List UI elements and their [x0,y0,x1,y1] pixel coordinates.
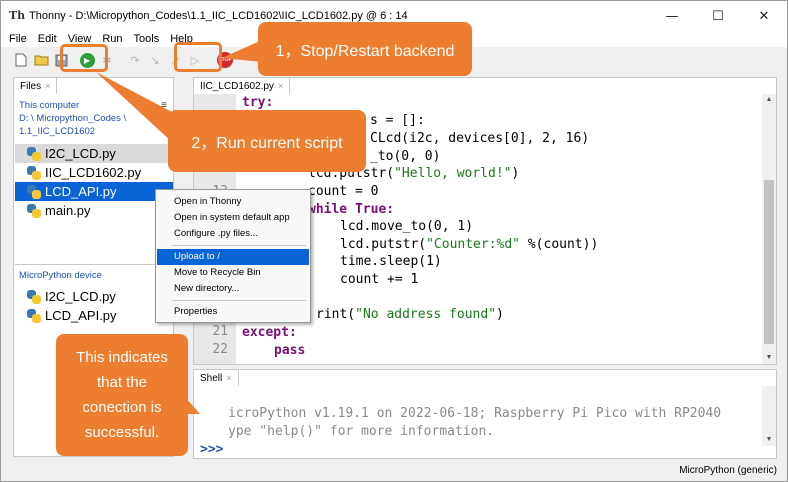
window-controls: — ☐ ✕ [649,1,787,31]
code-line: except: [242,325,297,340]
thonny-logo-icon: Th [9,9,26,22]
code-line: s = []: [370,113,425,128]
close-tab-icon[interactable]: × [226,373,231,383]
python-file-icon [27,184,41,199]
list-item[interactable]: LCD_API.py [15,306,173,325]
pane-divider[interactable] [15,264,173,265]
code-line: while True: [308,202,395,217]
code-line: lcd.move_to(0, 1) [340,219,474,234]
menu-separator [172,300,306,301]
shell-output-line: ype "help()" for more information. [228,424,495,439]
list-item[interactable]: I2C_LCD.py [15,144,173,163]
maximize-button[interactable]: ☐ [695,1,741,31]
menu-item-properties[interactable]: Properties [157,304,309,320]
shell-pane[interactable]: Shell × icroPython v1.19.1 on 2022-06-18;… [193,369,777,459]
open-folder-icon[interactable] [33,52,49,68]
list-item[interactable]: I2C_LCD.py [15,287,173,306]
list-item[interactable]: IIC_LCD1602.py [15,163,173,182]
menu-item-recycle-bin[interactable]: Move to Recycle Bin [157,265,309,281]
files-menu-icon[interactable]: ≡ [161,100,167,111]
shell-output-line: icroPython v1.19.1 on 2022-06-18; Raspbe… [228,406,722,421]
menu-item-open-system-app[interactable]: Open in system default app [157,210,309,226]
menu-tools[interactable]: Tools [134,33,160,45]
code-line: CLcd(i2c, devices[0], 2, 16) [370,131,590,146]
line-number: 22 [212,342,228,357]
list-item[interactable]: LCD_API.py [15,182,173,201]
scroll-up-icon[interactable]: ▲ [762,94,776,106]
connection-callout: This indicates that the conection is suc… [56,334,188,456]
stop-highlight-box [174,42,222,72]
scroll-down-icon[interactable]: ▼ [762,434,776,446]
menu-separator [172,245,306,246]
close-button[interactable]: ✕ [741,1,787,31]
code-line: lcd.putstr("Counter:%d" %(count)) [340,237,599,252]
window-title: Thonny - D:\Micropython_Codes\1.1_IIC_LC… [29,10,408,22]
menu-file[interactable]: File [9,33,27,45]
interpreter-status[interactable]: MicroPython (generic) [679,465,777,476]
run-highlight-box [60,44,108,72]
shell-prompt[interactable]: >>> [200,442,223,457]
code-line: try: [242,95,274,110]
menu-item-configure-py[interactable]: Configure .py files... [157,226,309,242]
tab-editor-file[interactable]: IIC_LCD1602.py × [193,77,291,94]
menu-item-upload[interactable]: Upload to / [157,249,309,265]
shell-scrollbar[interactable]: ▼ [762,386,776,446]
run-callout: 2，Run current script [168,110,366,172]
code-line: time.sleep(1) [340,254,442,269]
device-section-title: MicroPython device [19,270,102,281]
scroll-down-icon[interactable]: ▼ [762,352,776,364]
tab-files[interactable]: Files × [13,77,58,94]
minimize-button[interactable]: — [649,1,695,31]
context-menu: Open in Thonny Open in system default ap… [155,189,311,323]
python-file-icon [27,165,41,180]
code-line: count += 1 [340,272,419,287]
status-bar: MicroPython (generic) [1,461,787,481]
python-file-icon [27,289,41,304]
tab-shell[interactable]: Shell × [193,369,239,386]
menu-item-new-directory[interactable]: New directory... [157,281,309,297]
menu-edit[interactable]: Edit [38,33,57,45]
computer-section-title: This computer [19,100,80,111]
python-file-icon [27,308,41,323]
menu-run[interactable]: Run [102,33,122,45]
editor-scrollbar[interactable]: ▲ ▼ [762,94,776,364]
scrollbar-thumb[interactable] [764,180,774,344]
list-item[interactable]: main.py [15,201,173,220]
step-over-icon[interactable]: ↷ [127,52,143,68]
close-tab-icon[interactable]: × [45,81,50,91]
menu-item-open-in-thonny[interactable]: Open in Thonny [157,194,309,210]
new-file-icon[interactable] [13,52,29,68]
code-line: pass [274,343,306,358]
code-line: rint("No address found") [316,307,504,322]
step-into-icon[interactable]: ↘ [147,52,163,68]
computer-path[interactable]: D: \ Micropython_Codes \ [19,113,126,124]
computer-path-folder[interactable]: 1.1_IIC_LCD1602 [19,126,95,137]
stop-callout: 1，Stop/Restart backend [258,22,472,76]
python-file-icon [27,203,41,218]
close-tab-icon[interactable]: × [278,81,283,91]
python-file-icon [27,146,41,161]
line-number: 21 [212,324,228,339]
code-line: _to(0, 0) [370,149,441,164]
code-line: count = 0 [308,184,379,199]
